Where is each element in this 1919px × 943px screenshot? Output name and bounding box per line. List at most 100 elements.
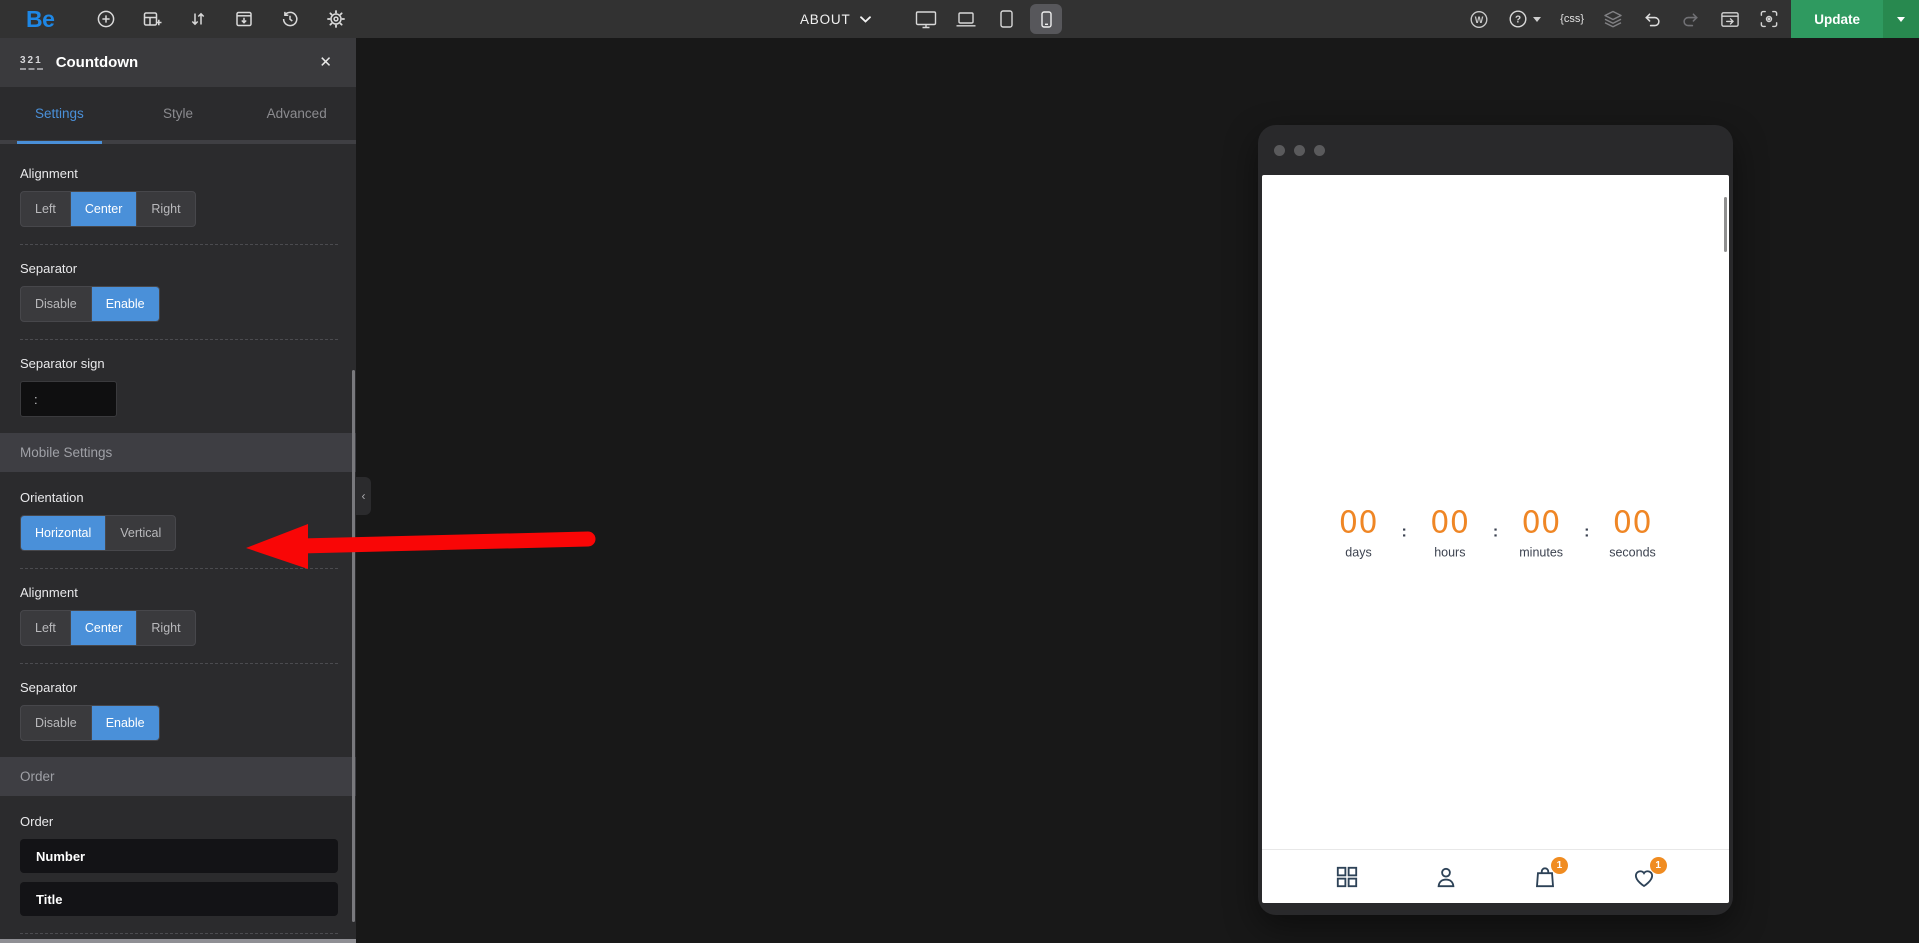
element-settings-panel: 321 Countdown ✕ Settings Style Advanced … <box>0 38 356 943</box>
order-item-number[interactable]: Number <box>20 839 338 873</box>
divider <box>20 568 338 569</box>
separator-button-group: Disable Enable <box>20 286 160 322</box>
layers-icon[interactable] <box>1603 9 1623 29</box>
minutes-label: minutes <box>1519 545 1564 560</box>
svg-text:W: W <box>1475 14 1484 24</box>
days-value: 00 <box>1338 505 1379 541</box>
builder-tools <box>96 0 346 38</box>
alignment-left-button[interactable]: Left <box>21 192 71 226</box>
phone-frame-top <box>1258 125 1733 175</box>
update-caret-icon <box>1897 16 1905 22</box>
undo-icon[interactable] <box>1642 9 1662 29</box>
nav-account-icon[interactable] <box>1433 864 1459 890</box>
device-laptop-icon[interactable] <box>950 4 982 34</box>
mobile-settings-section-header: Mobile Settings <box>0 433 356 472</box>
help-icon: ? <box>1509 10 1527 28</box>
help-menu[interactable]: ? <box>1508 9 1542 29</box>
alignment-right-button[interactable]: Right <box>137 192 194 226</box>
panel-header: 321 Countdown ✕ <box>0 38 356 87</box>
section-import-icon[interactable] <box>234 9 254 29</box>
preview-canvas: 00 days : 00 hours : 00 minutes : 00 sec… <box>356 38 1919 943</box>
tab-settings[interactable]: Settings <box>0 87 119 144</box>
update-split-button: Update <box>1791 0 1919 38</box>
mobile-separator-label: Separator <box>20 680 78 695</box>
orientation-horizontal-button[interactable]: Horizontal <box>21 516 107 550</box>
seconds-value: 00 <box>1612 505 1653 541</box>
panel-scrollbar[interactable] <box>352 370 355 922</box>
nav-wishlist-icon[interactable]: 1 <box>1631 856 1667 890</box>
close-icon[interactable]: ✕ <box>315 51 336 74</box>
panel-bottom-strip <box>0 939 356 943</box>
preview-icon[interactable] <box>1759 9 1779 29</box>
wishlist-badge: 1 <box>1649 856 1667 874</box>
mobile-alignment-center-button[interactable]: Center <box>70 611 138 645</box>
orientation-label: Orientation <box>20 490 84 505</box>
betheme-logo[interactable]: Be <box>26 0 55 38</box>
nav-cart-icon[interactable]: 1 <box>1532 856 1568 890</box>
mobile-alignment-label: Alignment <box>20 585 78 600</box>
device-mobile-icon[interactable] <box>1030 4 1062 34</box>
page-scrollbar[interactable] <box>1724 197 1727 252</box>
panel-title: Countdown <box>55 54 139 71</box>
divider <box>20 244 338 245</box>
mobile-alignment-right-button[interactable]: Right <box>137 611 194 645</box>
tab-advanced[interactable]: Advanced <box>237 87 356 140</box>
orientation-vertical-button[interactable]: Vertical <box>106 516 175 550</box>
device-tablet-icon[interactable] <box>990 4 1022 34</box>
page-selector-label: ABOUT <box>800 11 851 27</box>
device-desktop-icon[interactable] <box>910 4 942 34</box>
hours-value: 00 <box>1430 505 1470 541</box>
nav-shop-grid-icon[interactable] <box>1334 864 1360 890</box>
frame-dot-icon <box>1274 144 1285 156</box>
mobile-preview-frame: 00 days : 00 hours : 00 minutes : 00 sec… <box>1258 125 1733 915</box>
tab-style[interactable]: Style <box>119 87 238 140</box>
frame-dot-icon <box>1294 144 1305 156</box>
wordpress-icon[interactable]: W <box>1469 9 1489 29</box>
page-selector[interactable]: ABOUT <box>800 0 871 38</box>
chevron-down-icon <box>859 15 871 23</box>
panel-body: Alignment Left Center Right Separator Di… <box>0 148 356 943</box>
alignment-label: Alignment <box>20 166 78 181</box>
alignment-center-button[interactable]: Center <box>70 192 138 226</box>
countdown-hours-unit: 00 hours <box>1418 505 1482 560</box>
panel-collapse-button[interactable]: ‹ <box>356 477 371 515</box>
divider <box>20 339 338 340</box>
update-button[interactable]: Update <box>1791 0 1883 38</box>
page-content-area[interactable]: 00 days : 00 hours : 00 minutes : 00 sec… <box>1262 175 1729 849</box>
help-caret-icon <box>1533 16 1542 22</box>
separator-disable-button[interactable]: Disable <box>21 287 92 321</box>
custom-css-icon[interactable]: {css} <box>1560 13 1584 25</box>
separator-sign-label: Separator sign <box>20 356 105 371</box>
alignment-button-group: Left Center Right <box>20 191 196 227</box>
mobile-alignment-button-group: Left Center Right <box>20 610 196 646</box>
mobile-separator-button-group: Disable Enable <box>20 705 160 741</box>
days-label: days <box>1345 545 1372 560</box>
cart-badge: 1 <box>1550 856 1568 874</box>
countdown-element-icon: 321 <box>20 55 43 70</box>
countdown-minutes-unit: 00 minutes <box>1509 505 1573 560</box>
seconds-label: seconds <box>1609 545 1656 560</box>
order-item-title[interactable]: Title <box>20 882 338 916</box>
revisions-history-icon[interactable] <box>280 9 300 29</box>
countdown-days-unit: 00 days <box>1327 505 1391 560</box>
mobile-separator-disable-button[interactable]: Disable <box>21 706 92 740</box>
countdown-seconds-unit: 00 seconds <box>1600 505 1664 560</box>
separator-enable-button[interactable]: Enable <box>91 287 159 321</box>
redo-icon[interactable] <box>1681 9 1701 29</box>
mobile-separator-enable-button[interactable]: Enable <box>91 706 159 740</box>
hours-label: hours <box>1434 545 1466 560</box>
update-options-button[interactable] <box>1883 0 1919 38</box>
reorder-sections-icon[interactable] <box>188 9 208 29</box>
separator-label: Separator <box>20 261 78 276</box>
countdown-widget[interactable]: 00 days : 00 hours : 00 minutes : 00 sec… <box>1327 505 1665 560</box>
svg-text:?: ? <box>1515 15 1521 26</box>
order-section-header: Order <box>0 757 356 796</box>
layout-grid-icon[interactable] <box>142 9 162 29</box>
builder-settings-gear-icon[interactable] <box>326 9 346 29</box>
separator-sign-input[interactable] <box>20 381 117 417</box>
top-toolbar: Be ABOUT W ? {css} Update <box>0 0 1919 38</box>
mobile-alignment-left-button[interactable]: Left <box>21 611 71 645</box>
open-frontend-icon[interactable] <box>1720 9 1740 29</box>
minutes-value: 00 <box>1521 505 1561 541</box>
add-element-icon[interactable] <box>96 9 116 29</box>
